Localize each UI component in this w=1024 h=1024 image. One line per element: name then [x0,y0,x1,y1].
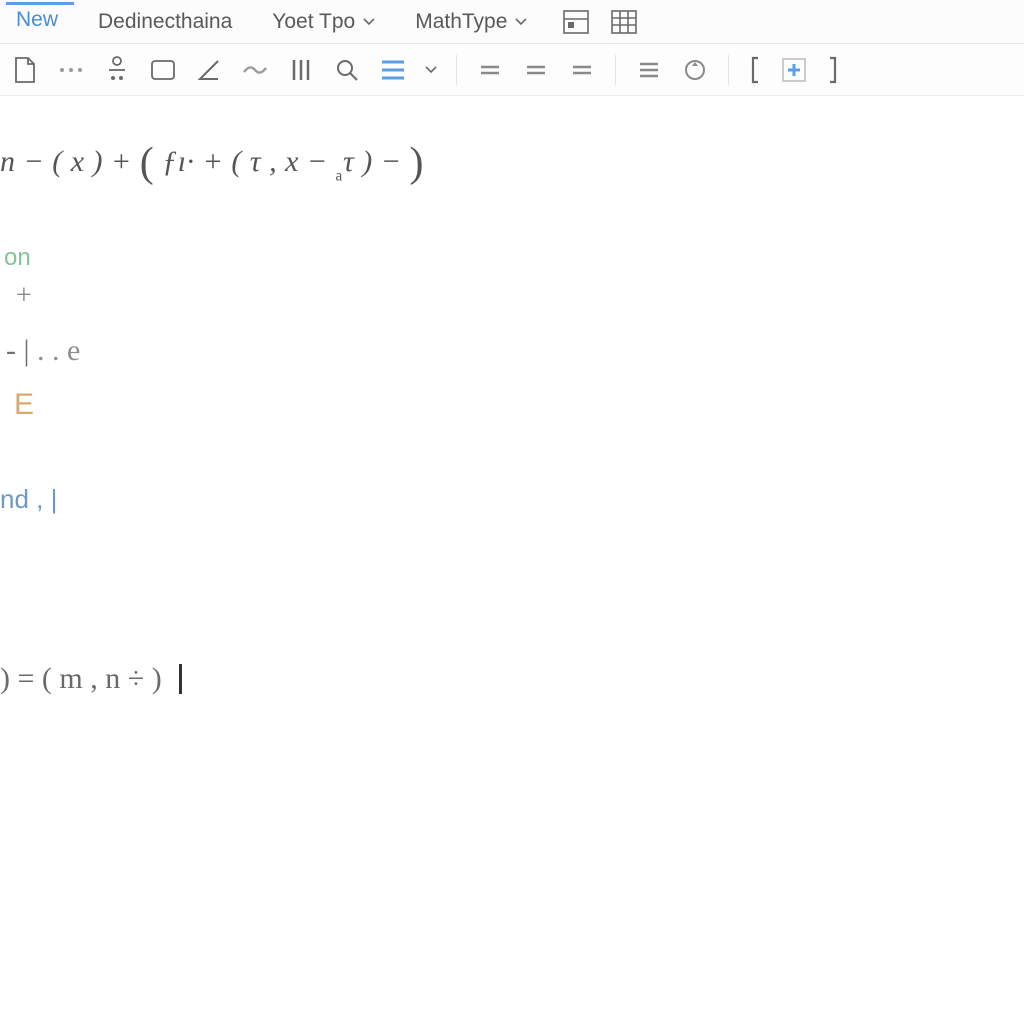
menu-item-mathtype[interactable]: MathType [405,4,543,40]
big-paren-close: ) [410,140,425,186]
equation-line-2[interactable]: ) = ( m , n ÷ ) [0,664,182,694]
menubar: New Dedinecthaina Yoet Tpo MathType [0,0,1024,44]
text-cursor [179,664,182,694]
tilde-icon[interactable] [240,55,270,85]
plus-box-icon[interactable] [779,55,809,85]
chevron-down-icon [515,18,527,26]
align-lines-icon[interactable] [378,55,408,85]
fragment: . . e [37,334,80,367]
equation-canvas[interactable]: n − ( x ) + ( ƒı· + ( τ , x − ₐτ ) − ) o… [0,96,1024,1024]
equation-line-1[interactable]: n − ( x ) + ( ƒı· + ( τ , x − ₐτ ) − ) [0,134,424,185]
label-plus: + [16,282,32,310]
menu-label: Yoet Tpo [272,10,355,34]
left-bracket-icon[interactable] [747,55,763,85]
circle-arrow-icon[interactable] [680,55,710,85]
eq-fragment: ) = ( m , n ÷ ) [0,662,169,695]
triple-bar-icon[interactable] [634,55,664,85]
menu-label: New [16,8,58,32]
label-e-big: E [14,390,34,420]
toolbar-separator [456,55,457,85]
equals-icon[interactable] [475,55,505,85]
eq-fragment: ƒı· + ( τ , x − [154,145,335,178]
new-doc-icon[interactable] [10,55,40,85]
label-nd: nd , | [0,486,57,512]
eq-fragment: n − ( x ) + [0,145,140,178]
label-on: on [4,246,31,270]
right-bracket-icon[interactable] [825,55,841,85]
menu-label: MathType [415,10,507,34]
insert-row-icon[interactable] [561,7,591,37]
label-minus-1-e: - | . . e [6,336,80,366]
table-grid-icon[interactable] [609,7,639,37]
eq-fragment: τ ) − [343,145,409,178]
chevron-down-icon [363,18,375,26]
equals-icon[interactable] [521,55,551,85]
bracket-icon[interactable] [148,55,178,85]
menu-item-dedinecthaina[interactable]: Dedinecthaina [88,4,248,40]
zoom-icon[interactable] [332,55,362,85]
fragment: - | [6,334,30,367]
ellipsis-icon[interactable] [56,55,86,85]
matrix-bars-icon[interactable] [286,55,316,85]
big-paren-open: ( [140,140,155,186]
angle-icon[interactable] [194,55,224,85]
toolbar [0,44,1024,96]
chevron-down-icon[interactable] [424,55,438,85]
eq-subscript: ₐ [336,157,343,184]
fraction-icon[interactable] [102,55,132,85]
menu-item-new[interactable]: New [6,2,74,38]
menu-label: Dedinecthaina [98,10,232,34]
toolbar-separator [615,55,616,85]
menu-item-yoettpo[interactable]: Yoet Tpo [262,4,391,40]
equals-icon[interactable] [567,55,597,85]
toolbar-separator [728,55,729,85]
